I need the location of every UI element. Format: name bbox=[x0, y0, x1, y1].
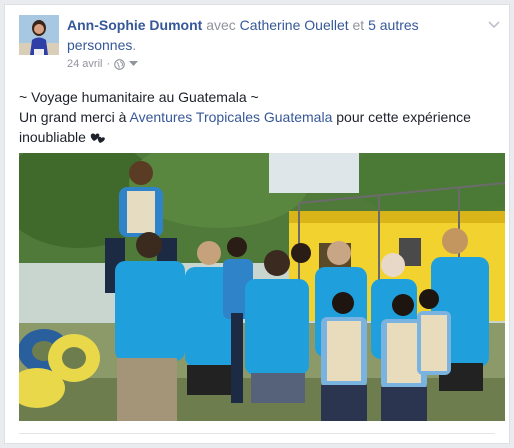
tagged-person-link[interactable]: Catherine Ouellet bbox=[240, 17, 349, 33]
two-hearts-icon bbox=[90, 129, 106, 149]
and-word: et bbox=[352, 17, 365, 33]
meta-separator: · bbox=[106, 58, 111, 70]
avatar[interactable] bbox=[19, 15, 59, 55]
globe-icon[interactable] bbox=[114, 58, 125, 70]
with-word: avec bbox=[206, 17, 236, 33]
thanks-text: Un grand merci à bbox=[19, 109, 127, 125]
post-line-1: ~ Voyage humanitaire au Guatemala ~ bbox=[19, 89, 259, 105]
post-text: ~ Voyage humanitaire au Guatemala ~ Un g… bbox=[19, 87, 499, 149]
post-line-2: Un grand merci à Aventures Tropicales Gu… bbox=[19, 107, 499, 149]
author-link[interactable]: Ann-Sophie Dumont bbox=[67, 17, 202, 33]
privacy-dropdown-icon[interactable] bbox=[129, 61, 139, 67]
post-divider bbox=[19, 433, 495, 434]
post-photo[interactable] bbox=[19, 153, 505, 421]
post-meta: 24 avril · bbox=[67, 58, 139, 70]
post-date[interactable]: 24 avril bbox=[67, 58, 102, 70]
post-header: Ann-Sophie Dumont avec Catherine Ouellet… bbox=[67, 15, 477, 55]
page-link[interactable]: Aventures Tropicales Guatemala bbox=[130, 109, 333, 125]
header-period: . bbox=[132, 37, 137, 53]
post-card: Ann-Sophie Dumont avec Catherine Ouellet… bbox=[4, 4, 510, 444]
chevron-down-icon[interactable] bbox=[487, 17, 501, 31]
